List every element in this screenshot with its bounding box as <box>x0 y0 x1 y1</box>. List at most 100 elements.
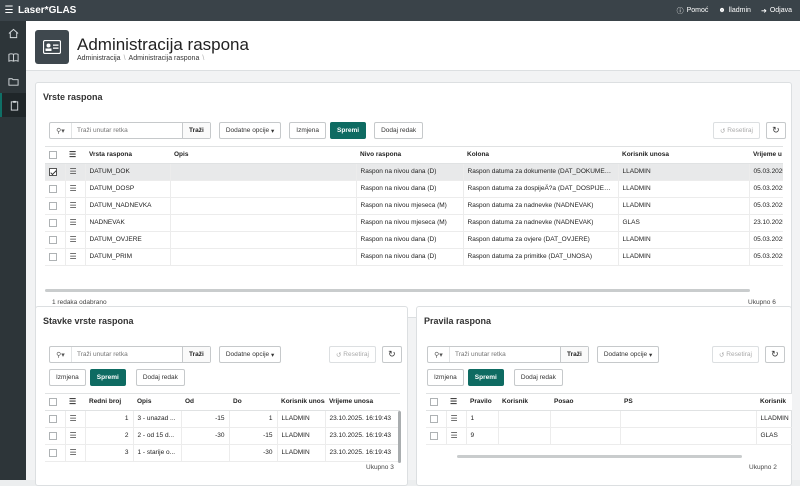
more-options-dropdown[interactable]: Dodatne opcije ▾ <box>218 122 282 139</box>
cell-opis[interactable] <box>170 180 357 198</box>
cell-opis[interactable] <box>170 214 357 232</box>
select-all-checkbox[interactable] <box>45 147 65 164</box>
row-checkbox[interactable] <box>45 427 66 445</box>
cell-opis[interactable] <box>170 197 357 215</box>
cell-posao[interactable] <box>550 410 621 428</box>
search-icon[interactable]: ⚲▾ <box>428 347 450 362</box>
table-row[interactable]: ☰ 1 3 - unazad ... -15 1 LLADMIN 23.10.2… <box>45 410 400 428</box>
column-header[interactable]: Od <box>181 394 229 411</box>
column-header[interactable]: Korisnik <box>756 394 792 411</box>
cell-vrijeme[interactable]: 05.03.2025 <box>749 231 783 249</box>
row-menu-icon[interactable]: ☰ <box>65 197 86 215</box>
column-menu-icon[interactable]: ☰ <box>65 147 85 164</box>
save-button[interactable]: Spremi <box>89 369 126 386</box>
save-button[interactable]: Spremi <box>330 122 367 139</box>
cell-do[interactable]: -30 <box>229 444 278 462</box>
column-header[interactable]: PS <box>620 394 756 411</box>
menu-icon[interactable]: ☰ <box>0 0 18 21</box>
cell-korisnik[interactable]: LLADMIN <box>618 197 750 215</box>
column-header[interactable]: Opis <box>133 394 181 411</box>
row-menu-icon[interactable]: ☰ <box>446 410 467 428</box>
cell-korisnik[interactable]: LLADMIN <box>618 248 750 266</box>
cell-do[interactable]: 1 <box>229 410 278 428</box>
cell-opis[interactable]: 3 - unazad ... <box>133 410 182 428</box>
row-menu-icon[interactable]: ☰ <box>65 410 86 428</box>
reset-button[interactable]: ↺ Resetiraj <box>329 346 376 363</box>
add-row-button[interactable]: Dodaj redak <box>135 369 185 386</box>
sidebar-item-home[interactable] <box>0 21 26 45</box>
cell-do[interactable]: -15 <box>229 427 278 445</box>
search-input[interactable] <box>72 347 182 362</box>
row-menu-icon[interactable]: ☰ <box>65 163 86 181</box>
cell-opis[interactable]: 2 - od 15 d... <box>133 427 182 445</box>
app-brand[interactable]: Laser*GLAS <box>18 5 76 16</box>
user-menu[interactable]: ☻ lladmin <box>718 7 751 14</box>
cell-vrijeme[interactable]: 23.10.2025. 16:19:43 <box>325 427 400 445</box>
horizontal-scrollbar[interactable] <box>45 289 750 292</box>
column-menu-icon[interactable]: ☰ <box>65 394 85 411</box>
cell-vrsta[interactable]: DATUM_OVJERE <box>85 231 171 249</box>
search-input[interactable] <box>72 123 182 138</box>
edit-button[interactable]: Izmjena <box>427 369 464 386</box>
column-header[interactable]: Redni broj <box>85 394 133 411</box>
column-header[interactable]: Vrsta raspona <box>85 147 170 164</box>
cell-korisnik[interactable]: LLADMIN <box>277 427 326 445</box>
add-row-button[interactable]: Dodaj redak <box>374 122 424 139</box>
table-row[interactable]: ☰ DATUM_DOK Raspon na nivou dana (D) Ras… <box>45 163 783 181</box>
cell-nivo[interactable]: Raspon na nivou mjeseca (M) <box>356 214 464 232</box>
search-icon[interactable]: ⚲▾ <box>50 347 72 362</box>
cell-od[interactable]: -30 <box>181 427 230 445</box>
table-row[interactable]: ☰ DATUM_NADNEVKA Raspon na nivou mjeseca… <box>45 197 783 215</box>
cell-ps[interactable] <box>620 427 757 445</box>
table-row[interactable]: ☰ 9 GLAS <box>426 427 792 445</box>
cell-opis[interactable] <box>170 163 357 181</box>
column-header[interactable]: Vrijeme unosa <box>325 394 400 411</box>
refresh-button[interactable]: ↻ <box>764 346 785 363</box>
breadcrumb-item[interactable]: Administracija raspona <box>129 55 200 62</box>
column-header[interactable]: Korisnik unosa <box>618 147 749 164</box>
cell-opis[interactable]: 1 - starije o... <box>133 444 182 462</box>
table-row[interactable]: ☰ DATUM_OVJERE Raspon na nivou dana (D) … <box>45 231 783 249</box>
column-header[interactable]: Do <box>229 394 277 411</box>
column-header[interactable]: Nivo raspona <box>356 147 463 164</box>
vertical-scrollbar[interactable] <box>398 411 401 463</box>
cell-od[interactable] <box>181 444 230 462</box>
refresh-button[interactable]: ↻ <box>381 346 402 363</box>
horizontal-scrollbar[interactable] <box>457 455 742 458</box>
table-row[interactable]: ☰ NADNEVAK Raspon na nivou mjeseca (M) R… <box>45 214 783 232</box>
cell-vrsta[interactable]: DATUM_DOSP <box>85 180 171 198</box>
cell-kolona[interactable]: Raspon datuma za dospijeÄ?a (DAT_DOSPIJE… <box>463 180 619 198</box>
row-checkbox[interactable] <box>45 248 66 266</box>
select-all-checkbox[interactable] <box>426 394 446 411</box>
cell-redni-broj[interactable]: 1 <box>85 410 134 428</box>
cell-vrijeme[interactable]: 05.03.2025 <box>749 163 783 181</box>
cell-vrsta[interactable]: DATUM_NADNEVKA <box>85 197 171 215</box>
sidebar-item-book[interactable] <box>0 45 26 69</box>
cell-korisnik[interactable]: LLADMIN <box>277 410 326 428</box>
search-go-button[interactable]: Traži <box>560 347 588 362</box>
cell-vrsta[interactable]: DATUM_PRIM <box>85 248 171 266</box>
row-menu-icon[interactable]: ☰ <box>65 180 86 198</box>
cell-vrijeme[interactable]: 05.03.2025 <box>749 248 783 266</box>
row-checkbox[interactable] <box>45 197 66 215</box>
row-checkbox[interactable] <box>45 180 66 198</box>
cell-kolona[interactable]: Raspon datuma za nadnevke (NADNEVAK) <box>463 197 619 215</box>
sidebar-item-clipboard[interactable] <box>0 93 26 117</box>
cell-posao[interactable] <box>550 427 621 445</box>
row-checkbox[interactable] <box>426 427 447 445</box>
cell-nivo[interactable]: Raspon na nivou dana (D) <box>356 248 464 266</box>
cell-vrijeme[interactable]: 05.03.2025 <box>749 180 783 198</box>
cell-korisnik[interactable] <box>498 427 551 445</box>
cell-ps[interactable] <box>620 410 757 428</box>
help-link[interactable]: ⓘ Pomoć <box>677 6 709 16</box>
select-all-checkbox[interactable] <box>45 394 65 411</box>
cell-redni-broj[interactable]: 2 <box>85 427 134 445</box>
cell-nivo[interactable]: Raspon na nivou dana (D) <box>356 180 464 198</box>
cell-od[interactable]: -15 <box>181 410 230 428</box>
cell-korisnik[interactable]: GLAS <box>618 214 750 232</box>
search-input[interactable] <box>450 347 560 362</box>
cell-kolona[interactable]: Raspon datuma za ovjere (DAT_OVJERE) <box>463 231 619 249</box>
cell-kolona[interactable]: Raspon datuma za nadnevke (NADNEVAK) <box>463 214 619 232</box>
table-row[interactable]: ☰ 3 1 - starije o... -30 LLADMIN 23.10.2… <box>45 444 400 462</box>
row-menu-icon[interactable]: ☰ <box>65 427 86 445</box>
